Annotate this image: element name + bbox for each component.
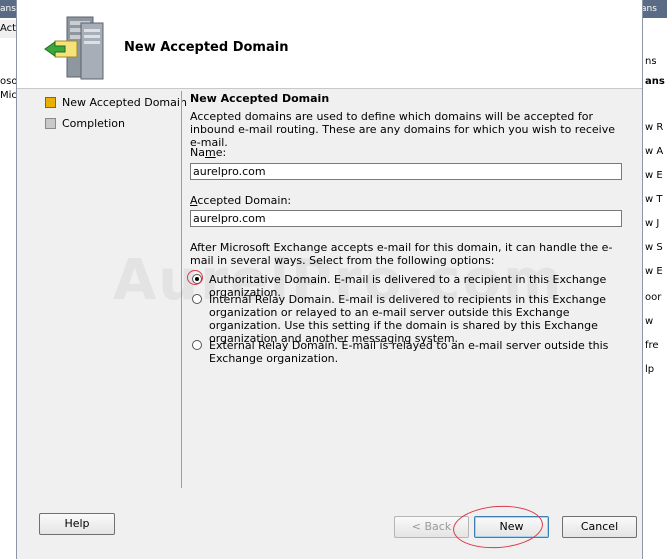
option-label[interactable]: Internal Relay Domain. E-mail is deliver… (209, 293, 629, 345)
option-label[interactable]: External Relay Domain. E-mail is relayed… (209, 339, 629, 365)
options-intro: After Microsoft Exchange accepts e-mail … (190, 241, 613, 267)
bg-action-item[interactable]: w T (645, 194, 662, 205)
name-input[interactable] (190, 163, 622, 180)
inactive-step-icon (45, 118, 56, 129)
name-label: Name: (190, 146, 226, 159)
new-button[interactable]: New (474, 516, 549, 538)
step-label: New Accepted Domain (62, 96, 187, 109)
bg-action-item[interactable]: w E (645, 266, 663, 277)
bg-tree-fragment[interactable]: oso (0, 76, 16, 87)
cancel-button[interactable]: Cancel (562, 516, 637, 538)
nav-divider (181, 91, 182, 488)
bg-action-item[interactable]: oor (645, 292, 661, 303)
accepted-domain-label: Accepted Domain: (190, 194, 291, 207)
bg-action-item[interactable]: lp (645, 364, 654, 375)
external-relay-domain-radio[interactable] (192, 340, 202, 350)
name-label-end: e: (215, 146, 227, 159)
background-window-right: ans ns ans w R w A w E w T w J w S w E o… (641, 0, 667, 559)
bg-action-item[interactable]: w S (645, 242, 663, 253)
exchange-server-icon (44, 16, 104, 80)
bg-caption-fragment: ans (641, 0, 667, 18)
authoritative-domain-radio[interactable] (192, 274, 202, 284)
bg-action-item[interactable]: w A (645, 146, 663, 157)
help-button[interactable]: Help (39, 513, 115, 535)
bg-action-item[interactable]: fre (645, 340, 659, 351)
step-label: Completion (62, 117, 126, 130)
name-label-start: Na (190, 146, 205, 159)
page-description: Accepted domains are used to define whic… (190, 110, 616, 149)
bg-action-item[interactable]: w (645, 316, 653, 327)
bg-menu-fragment[interactable]: Acti (0, 20, 16, 38)
bg-action-item[interactable]: w R (645, 122, 663, 133)
page-title: New Accepted Domain (190, 92, 330, 105)
bg-action-item[interactable]: w J (645, 218, 659, 229)
new-accepted-domain-wizard: New Accepted Domain New Accepted Domain … (16, 0, 643, 559)
active-step-icon (45, 97, 56, 108)
bg-caption-fragment: ans (0, 0, 16, 18)
wizard-header: New Accepted Domain (17, 0, 642, 89)
background-window-left: ans Acti oso Mic (0, 0, 16, 559)
wizard-title: New Accepted Domain (124, 40, 289, 55)
back-button[interactable]: < Back (394, 516, 469, 538)
accepted-domain-input[interactable] (190, 210, 622, 227)
accepted-domain-label-rest: ccepted Domain: (197, 194, 292, 207)
internal-relay-domain-radio[interactable] (192, 294, 202, 304)
bg-pane-fragment: ns (645, 56, 657, 67)
bg-actions-header: ans (645, 76, 665, 87)
bg-action-item[interactable]: w E (645, 170, 663, 181)
bg-tree-fragment[interactable]: Mic (0, 90, 16, 101)
name-label-mnemonic: m (204, 146, 216, 159)
